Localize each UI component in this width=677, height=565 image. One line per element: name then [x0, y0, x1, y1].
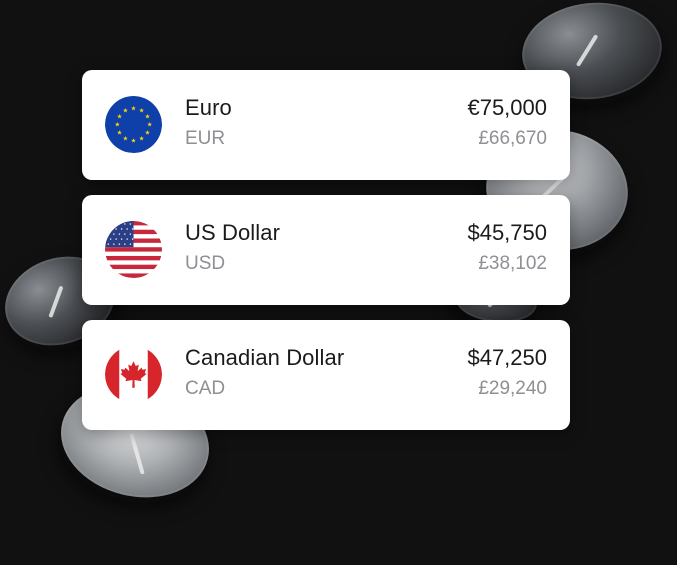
currency-card-eur[interactable]: Euro EUR €75,000 £66,670	[82, 70, 570, 180]
currency-card-cad[interactable]: Canadian Dollar CAD $47,250 £29,240	[82, 320, 570, 430]
currency-name: Euro	[185, 95, 232, 120]
converted-amount: £66,670	[478, 128, 547, 149]
converted-amount: £29,240	[478, 378, 547, 399]
currency-amount: $47,250	[467, 345, 547, 370]
currency-card-usd[interactable]: US Dollar USD $45,750 £38,102	[82, 195, 570, 305]
currency-code: EUR	[185, 128, 226, 149]
currency-name: US Dollar	[185, 220, 281, 245]
currency-code: CAD	[185, 378, 226, 399]
currency-stage: Euro EUR €75,000 £66,670 US Dollar USD $…	[0, 0, 677, 565]
eu-flag-icon	[105, 96, 162, 153]
currency-code: USD	[185, 253, 226, 274]
currency-amount: €75,000	[467, 95, 547, 120]
currency-amount: $45,750	[467, 220, 547, 245]
us-flag-icon	[105, 221, 162, 278]
ca-flag-icon	[105, 346, 162, 403]
converted-amount: £38,102	[478, 253, 547, 274]
currency-name: Canadian Dollar	[185, 345, 345, 370]
